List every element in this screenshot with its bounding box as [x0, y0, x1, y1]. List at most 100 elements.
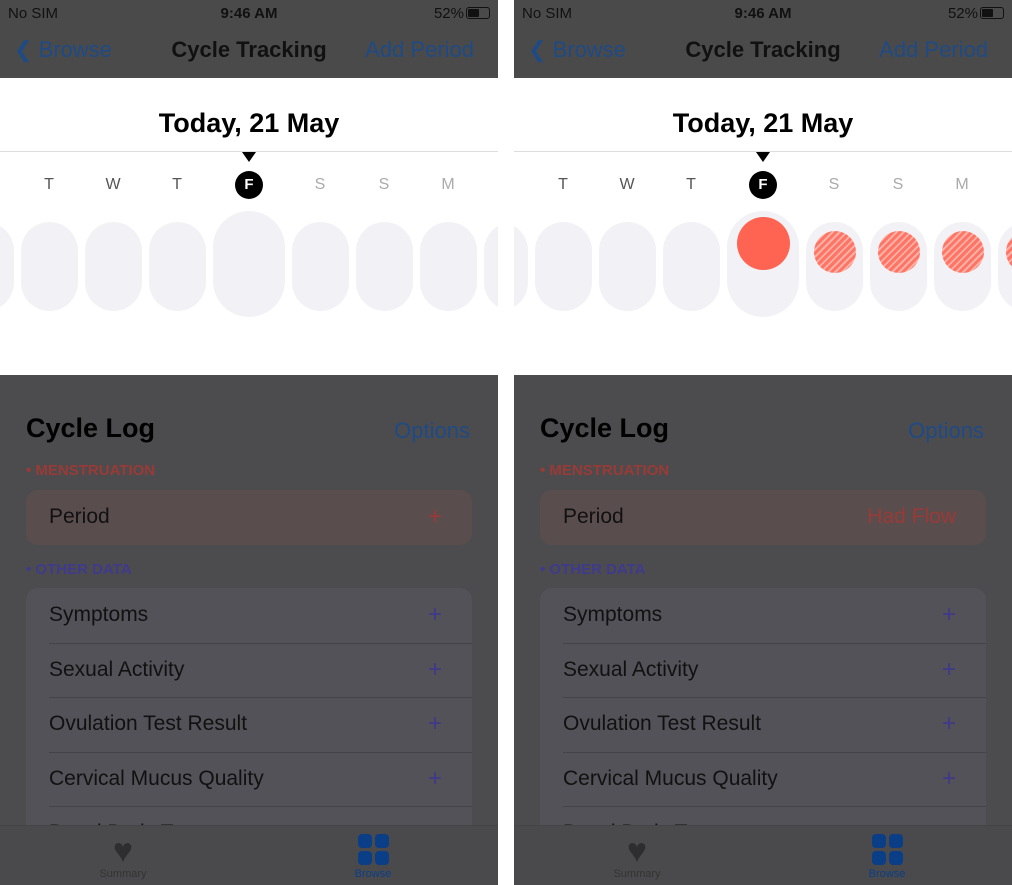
add-icon[interactable]: + — [942, 588, 956, 642]
other-data-header: • OTHER DATA — [26, 561, 132, 578]
day-cell[interactable] — [292, 222, 349, 311]
row-label: Ovulation Test Result — [49, 712, 248, 735]
options-button[interactable]: Options — [908, 418, 984, 444]
day-cell[interactable] — [535, 222, 592, 311]
tab-label: Browse — [354, 868, 392, 880]
day-label[interactable]: T — [676, 176, 706, 194]
battery-percent: 52% — [947, 5, 978, 22]
day-cell[interactable] — [599, 222, 656, 311]
header-label: OTHER DATA — [35, 561, 132, 578]
add-icon[interactable]: + — [428, 643, 442, 697]
day-cell[interactable] — [870, 222, 927, 311]
day-cell[interactable] — [727, 211, 799, 317]
tab-summary[interactable]: ♥ Summary — [597, 834, 677, 880]
day-cell[interactable] — [149, 222, 206, 311]
header-label: OTHER DATA — [549, 561, 646, 578]
day-label[interactable]: M — [433, 176, 463, 194]
grid-icon — [871, 834, 903, 865]
day-label[interactable]: M — [947, 176, 977, 194]
period-row[interactable]: Period Had Flow — [540, 490, 986, 545]
status-bar: No SIM 9:46 AM 52% — [514, 0, 1012, 28]
tab-label: Summary — [613, 868, 661, 880]
nav-bar: ❮ Browse Cycle Tracking Add Period — [0, 28, 498, 78]
day-cell[interactable] — [998, 222, 1012, 311]
tab-bar: ♥ Summary Browse — [514, 825, 1012, 885]
today-marker-icon — [242, 152, 256, 162]
day-label[interactable]: T — [548, 176, 578, 194]
day-label[interactable]: W — [612, 176, 642, 194]
tab-browse[interactable]: Browse — [333, 834, 413, 880]
add-icon[interactable]: + — [428, 697, 442, 751]
day-label[interactable]: S — [819, 176, 849, 194]
tab-label: Browse — [868, 868, 906, 880]
log-item[interactable]: Ovulation Test Result + — [26, 697, 472, 752]
day-cell[interactable] — [356, 222, 413, 311]
tab-label: Summary — [99, 868, 147, 880]
log-item[interactable]: Symptoms + — [26, 588, 472, 643]
nav-bar: ❮ Browse Cycle Tracking Add Period — [514, 28, 1012, 78]
heart-icon: ♥ — [626, 832, 648, 870]
day-label[interactable]: T — [162, 176, 192, 194]
battery-icon — [980, 7, 1004, 19]
menstruation-header: • MENSTRUATION — [540, 462, 670, 479]
period-predicted-dot — [1005, 231, 1012, 273]
clock: 9:46 AM — [734, 5, 792, 22]
day-cell[interactable] — [934, 222, 991, 311]
options-button[interactable]: Options — [394, 418, 470, 444]
add-icon[interactable]: + — [942, 643, 956, 697]
day-cell[interactable] — [484, 222, 498, 311]
day-label[interactable]: S — [369, 176, 399, 194]
phone-screen-2: No SIM 9:46 AM 52% ❮ Browse Cycle Tracki… — [514, 0, 1012, 885]
day-label[interactable]: F — [235, 171, 263, 199]
period-predicted-dot — [877, 231, 920, 273]
date-title: Today, 21 May — [672, 108, 854, 138]
day-cell[interactable] — [663, 222, 720, 311]
battery-icon — [466, 7, 490, 19]
other-data-header: • OTHER DATA — [540, 561, 646, 578]
row-label: Symptoms — [49, 603, 149, 626]
today-marker-icon — [756, 152, 770, 162]
tab-browse[interactable]: Browse — [847, 834, 927, 880]
day-cell[interactable] — [420, 222, 477, 311]
row-label: Period — [49, 505, 110, 528]
cycle-log-title: Cycle Log — [540, 413, 670, 443]
period-card: Period + — [26, 490, 472, 545]
day-cell[interactable] — [21, 222, 78, 311]
day-cell[interactable] — [213, 211, 285, 317]
add-icon[interactable]: + — [942, 752, 956, 806]
log-item[interactable]: Symptoms + — [540, 588, 986, 643]
row-label: Sexual Activity — [49, 657, 185, 681]
row-label: Sexual Activity — [563, 657, 699, 681]
day-cell[interactable] — [806, 222, 863, 311]
row-label: Ovulation Test Result — [563, 712, 762, 735]
day-label[interactable]: S — [305, 176, 335, 194]
period-card: Period Had Flow — [540, 490, 986, 545]
add-icon[interactable]: + — [428, 588, 442, 642]
add-icon[interactable]: + — [942, 697, 956, 751]
tab-summary[interactable]: ♥ Summary — [83, 834, 163, 880]
day-cell[interactable] — [514, 222, 528, 311]
log-item[interactable]: Cervical Mucus Quality + — [26, 751, 472, 807]
day-label[interactable]: S — [883, 176, 913, 194]
clock: 9:46 AM — [220, 5, 278, 22]
add-period-button[interactable]: Add Period — [365, 37, 474, 63]
day-cell[interactable] — [0, 222, 14, 311]
log-item[interactable]: Sexual Activity + — [26, 642, 472, 698]
add-period-button[interactable]: Add Period — [879, 37, 988, 63]
day-label[interactable]: T — [34, 176, 64, 194]
row-label: Cervical Mucus Quality — [49, 766, 264, 790]
tab-bar: ♥ Summary Browse — [0, 825, 498, 885]
menstruation-header: • MENSTRUATION — [26, 462, 156, 479]
log-item[interactable]: Cervical Mucus Quality + — [540, 751, 986, 807]
period-predicted-dot — [941, 231, 984, 273]
day-label[interactable]: F — [749, 171, 777, 199]
status-bar: No SIM 9:46 AM 52% — [0, 0, 498, 28]
phone-screen-1: No SIM 9:46 AM 52% ❮ Browse Cycle Tracki… — [0, 0, 498, 885]
row-label: Cervical Mucus Quality — [563, 766, 778, 790]
period-row[interactable]: Period + — [26, 490, 472, 545]
add-icon[interactable]: + — [428, 752, 442, 806]
log-item[interactable]: Ovulation Test Result + — [540, 697, 986, 752]
day-cell[interactable] — [85, 222, 142, 311]
day-label[interactable]: W — [98, 176, 128, 194]
log-item[interactable]: Sexual Activity + — [540, 642, 986, 698]
